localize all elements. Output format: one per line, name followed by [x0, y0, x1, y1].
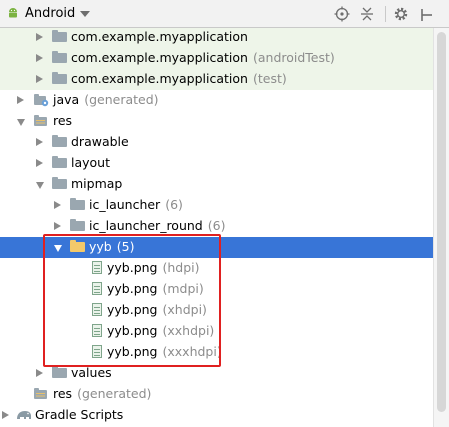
tree-row-layout[interactable]: layout — [0, 153, 433, 174]
tree-row-label: drawable — [71, 134, 129, 149]
chevron-right-icon[interactable] — [36, 54, 43, 62]
gradle-elephant-icon — [15, 408, 31, 422]
tree-row-label: java — [53, 92, 80, 107]
hide-icon[interactable] — [418, 5, 436, 23]
folder-icon — [52, 177, 68, 191]
chevron-right-icon[interactable] — [54, 201, 61, 209]
toolbar-separator — [385, 6, 386, 22]
tree-row-suffix: (6) — [207, 218, 226, 233]
tree-row-label: mipmap — [71, 176, 123, 191]
folder-icon — [52, 51, 68, 65]
tree-row-suffix: (androidTest) — [252, 50, 335, 65]
folder-icon — [52, 135, 68, 149]
android-icon — [6, 6, 20, 20]
chevron-right-icon[interactable] — [2, 411, 9, 419]
tree-row-res[interactable]: res — [0, 111, 433, 132]
folder-icon — [52, 72, 68, 86]
tree-row-package-test[interactable]: com.example.myapplication (test) — [0, 69, 433, 90]
folder-icon — [70, 198, 86, 212]
chevron-right-icon[interactable] — [36, 159, 43, 167]
tree-row-label: com.example.myapplication — [71, 29, 248, 44]
tree-row-java-generated[interactable]: java (generated) — [0, 90, 433, 111]
tree-row-suffix: (generated) — [84, 92, 159, 107]
tree-row-label: com.example.myapplication — [71, 71, 248, 86]
resource-folder-icon — [33, 387, 49, 401]
folder-icon — [52, 366, 68, 380]
scroll-from-source-icon[interactable] — [333, 5, 351, 23]
chevron-right-icon[interactable] — [36, 369, 43, 377]
folder-icon — [52, 156, 68, 170]
tree-row-ic-launcher[interactable]: ic_launcher (6) — [0, 195, 433, 216]
tree-row-label: com.example.myapplication — [71, 50, 248, 65]
generated-folder-icon — [33, 93, 49, 107]
tree-row-suffix: (6) — [165, 197, 183, 212]
chevron-right-icon[interactable] — [17, 96, 24, 104]
chevron-down-icon[interactable] — [17, 119, 25, 126]
scrollbar-thumb[interactable] — [437, 32, 446, 412]
vertical-scrollbar[interactable] — [433, 28, 449, 427]
tree-row-res-generated[interactable]: res (generated) — [0, 384, 433, 405]
tree-row-mipmap[interactable]: mipmap — [0, 174, 433, 195]
view-selector-label[interactable]: Android — [25, 6, 75, 21]
tree-row-package-androidtest[interactable]: com.example.myapplication (androidTest) — [0, 48, 433, 69]
tree-row-label: ic_launcher_round — [89, 218, 203, 233]
project-toolbar: Android — [0, 0, 449, 28]
settings-gear-icon[interactable] — [392, 5, 410, 23]
resource-folder-icon — [33, 114, 49, 128]
tree-row-label: Gradle Scripts — [35, 407, 124, 422]
tree-row-label: values — [71, 365, 112, 380]
folder-icon — [52, 30, 68, 44]
annotation-highlight-box — [43, 234, 221, 367]
collapse-all-icon[interactable] — [358, 5, 376, 23]
tree-row-label: layout — [71, 155, 111, 170]
chevron-down-icon[interactable] — [36, 182, 44, 189]
chevron-right-icon[interactable] — [36, 138, 43, 146]
tree-row-drawable[interactable]: drawable — [0, 132, 433, 153]
chevron-right-icon[interactable] — [54, 222, 61, 230]
tree-row-gradle-scripts[interactable]: Gradle Scripts — [0, 405, 433, 426]
tree-row-suffix: (test) — [252, 71, 287, 86]
tree-row-suffix: (generated) — [77, 386, 152, 401]
chevron-right-icon[interactable] — [36, 33, 43, 41]
folder-icon — [70, 219, 86, 233]
chevron-right-icon[interactable] — [36, 75, 43, 83]
tree-row-package-main[interactable]: com.example.myapplication — [0, 28, 433, 48]
tree-row-label: ic_launcher — [89, 197, 161, 212]
project-tree: com.example.myapplication com.example.my… — [0, 28, 433, 427]
tree-row-label: res — [53, 386, 73, 401]
chevron-down-icon[interactable] — [80, 11, 90, 17]
tree-row-label: res — [53, 113, 73, 128]
